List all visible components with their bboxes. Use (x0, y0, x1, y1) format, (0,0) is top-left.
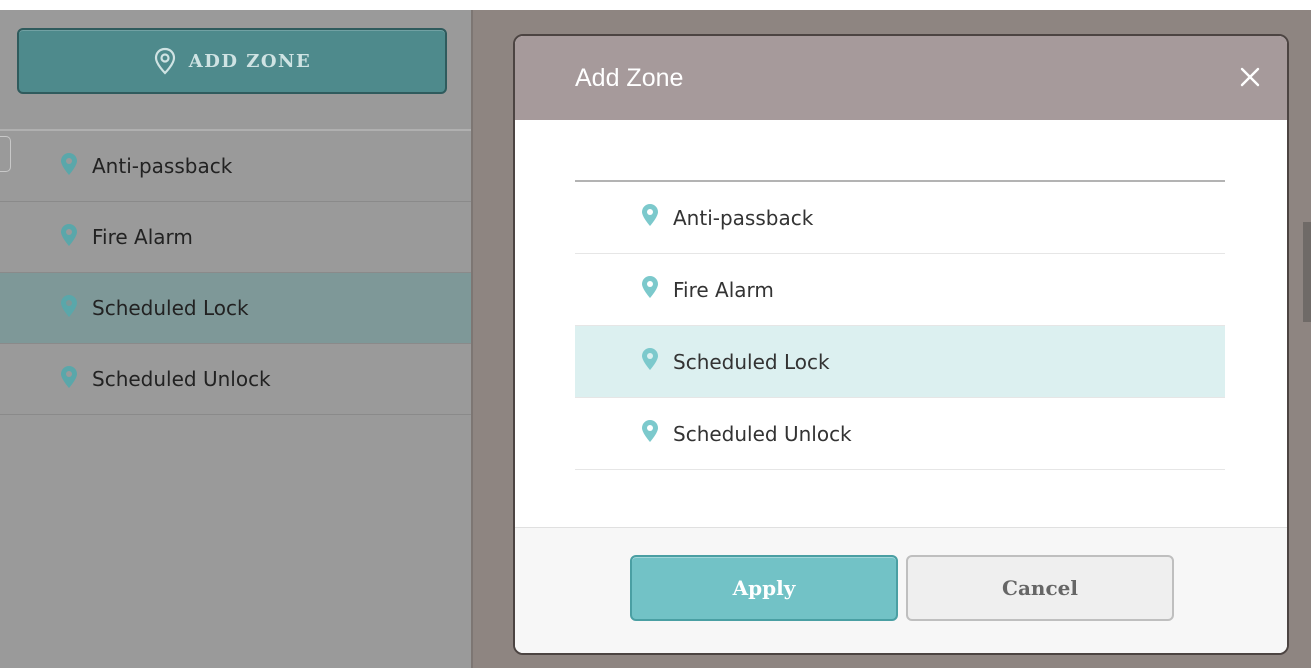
zone-pin-icon (641, 275, 659, 304)
zone-pin-icon (641, 419, 659, 448)
top-strip (0, 0, 1311, 10)
zone-pin-icon (641, 347, 659, 376)
dialog-item-label: Scheduled Lock (673, 349, 830, 374)
sidebar-item-fire-alarm[interactable]: Fire Alarm (0, 202, 471, 273)
dialog-zone-list: Anti-passback Fire Alarm Scheduled Lock … (575, 182, 1225, 470)
sidebar-item-label: Fire Alarm (92, 225, 193, 249)
dialog-item-anti-passback[interactable]: Anti-passback (575, 182, 1225, 254)
sidebar-item-anti-passback[interactable]: Anti-passback (0, 131, 471, 202)
location-pin-icon (153, 47, 177, 75)
sidebar-item-label: Scheduled Lock (92, 296, 249, 320)
close-icon[interactable] (1235, 62, 1265, 92)
sidebar-item-scheduled-lock[interactable]: Scheduled Lock (0, 273, 471, 344)
add-zone-label: ADD ZONE (188, 50, 312, 72)
dialog-item-label: Fire Alarm (673, 277, 774, 302)
zone-pin-icon (641, 203, 659, 232)
dialog-footer: Apply Cancel (515, 527, 1287, 653)
dialog-item-label: Scheduled Unlock (673, 421, 852, 446)
cancel-button[interactable]: Cancel (906, 555, 1174, 621)
dialog-header: Add Zone (515, 36, 1287, 120)
dialog-item-scheduled-lock[interactable]: Scheduled Lock (575, 326, 1225, 398)
zone-pin-icon (60, 365, 78, 394)
add-zone-button[interactable]: ADD ZONE (17, 28, 447, 94)
sidebar-item-label: Anti-passback (92, 154, 233, 178)
sidebar-zone-list: Anti-passback Fire Alarm Scheduled Lock … (0, 131, 471, 415)
dialog-title: Add Zone (575, 63, 684, 92)
zone-pin-icon (60, 294, 78, 323)
dialog-item-label: Anti-passback (673, 205, 814, 230)
sidebar-item-label: Scheduled Unlock (92, 367, 271, 391)
sidebar-item-scheduled-unlock[interactable]: Scheduled Unlock (0, 344, 471, 415)
dialog-item-scheduled-unlock[interactable]: Scheduled Unlock (575, 398, 1225, 470)
scrollbar-thumb[interactable] (1303, 222, 1311, 322)
zone-pin-icon (60, 223, 78, 252)
panel-divider (471, 10, 473, 668)
zone-pin-icon (60, 152, 78, 181)
dialog-item-fire-alarm[interactable]: Fire Alarm (575, 254, 1225, 326)
apply-button[interactable]: Apply (630, 555, 898, 621)
add-zone-dialog: Add Zone Anti-passback Fire Alarm Schedu… (513, 34, 1289, 655)
